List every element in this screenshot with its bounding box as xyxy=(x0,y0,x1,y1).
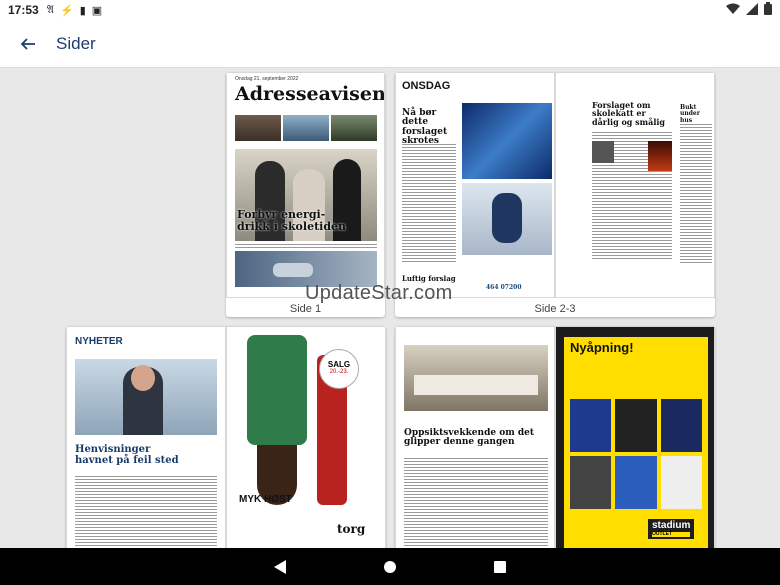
triangle-back-icon xyxy=(274,559,286,574)
side-headline: Bukt under hus xyxy=(680,104,700,124)
page-card-side-4-5[interactable]: NYHETER Henvisninger havnet på feil sted… xyxy=(66,326,386,548)
news-photo xyxy=(75,359,217,435)
pages-grid: Onsdag 21. september 2022 Adresseavisen … xyxy=(0,68,780,548)
portrait-photo xyxy=(592,141,614,163)
sale-badge: SALG 20.-23. xyxy=(319,349,359,389)
circle-home-icon xyxy=(384,560,396,573)
ad-products xyxy=(570,399,702,509)
hockey-photo xyxy=(462,183,552,255)
sale-badge-top: SALG xyxy=(327,360,351,369)
teaser-strip xyxy=(235,115,377,141)
torg-logo: torg xyxy=(337,522,366,536)
page-thumbnail-left: ONSDAG Nå bør dette forslaget skrotes Lu… xyxy=(395,72,555,298)
page-thumbnail-right: Forslaget om skolekatt er dårlig og smål… xyxy=(555,72,715,298)
meeting-photo xyxy=(404,345,548,411)
page-card-side-6-7[interactable]: Oppsiktsvekkende om det glipper denne ga… xyxy=(395,326,715,548)
vpn-icon: ⚡ xyxy=(60,4,74,17)
nav-home-button[interactable] xyxy=(375,552,405,582)
wifi-icon xyxy=(726,3,740,18)
stadium-sub: OUTLET xyxy=(652,531,691,537)
nav-back-button[interactable] xyxy=(265,552,295,582)
right-text-b xyxy=(680,123,712,263)
page-thumbnail-front: Onsdag 21. september 2022 Adresseavisen … xyxy=(226,72,385,298)
notification-icon: ▣ xyxy=(91,4,103,17)
page-card-side-1[interactable]: Onsdag 21. september 2022 Adresseavisen … xyxy=(226,72,385,317)
square-recents-icon xyxy=(494,560,506,573)
status-time: 17:53 xyxy=(8,3,39,17)
page-thumbnail-ad-stadium: Nyåpning! stadium OUTLET xyxy=(555,326,715,548)
watermark: UpdateStar.com xyxy=(305,282,453,304)
fire-photo xyxy=(648,141,672,171)
signal-icon xyxy=(746,2,758,18)
front-text-block xyxy=(235,243,377,249)
opinion-headline: Nå bør dette forslaget skrotes xyxy=(402,108,448,147)
status-bar: 17:53 𝔄 ⚡ ▮ ▣ xyxy=(0,0,780,20)
page-thumbnail-ad-torg: SALG 20.-23. MYK HØST torg xyxy=(226,326,386,548)
meeting-headline: Oppsiktsvekkende om det glipper denne ga… xyxy=(404,428,535,448)
status-icons: 𝔄 ⚡ ▮ ▣ xyxy=(47,4,102,17)
page-title: Sider xyxy=(56,33,96,53)
ad-title: Nyåpning! xyxy=(570,340,634,355)
dance-photo xyxy=(462,103,552,179)
page-thumbnail-meeting: Oppsiktsvekkende om det glipper denne ga… xyxy=(395,326,555,548)
sim-icon: ▮ xyxy=(79,4,86,17)
arrow-back-icon xyxy=(20,37,35,50)
news-text xyxy=(75,475,217,548)
page-thumbnail-news: NYHETER Henvisninger havnet på feil sted xyxy=(66,326,226,548)
opinion-text xyxy=(402,143,456,263)
nav-recents-button[interactable] xyxy=(485,552,515,582)
app-bar: Sider xyxy=(0,20,780,68)
news-section: NYHETER xyxy=(75,336,123,347)
system-nav-bar xyxy=(0,548,780,585)
sale-badge-days: 20.-23. xyxy=(329,369,349,375)
news-headline: Henvisninger havnet på feil sted xyxy=(75,444,179,466)
back-button[interactable] xyxy=(0,20,56,68)
stadium-logo: stadium OUTLET xyxy=(648,519,695,539)
date-line: Onsdag 21. september 2022 xyxy=(235,76,299,82)
front-headline: Forbyr energi- drikk i skoletiden xyxy=(237,208,347,233)
meeting-text xyxy=(404,457,548,548)
stadium-logo-text: stadium xyxy=(652,520,691,531)
masthead: Adresseavisen xyxy=(235,83,385,105)
ad-number: 464 07200 xyxy=(486,284,522,291)
section-label: ONSDAG xyxy=(402,80,451,92)
status-right-icons xyxy=(726,2,772,18)
nyt-icon: 𝔄 xyxy=(46,3,54,16)
ad-brand: MYK HØST xyxy=(239,494,292,505)
battery-icon xyxy=(764,2,772,18)
right-headline: Forslaget om skolekatt er dårlig og smål… xyxy=(592,100,665,127)
page-card-side-2-3[interactable]: ONSDAG Nå bør dette forslaget skrotes Lu… xyxy=(395,72,715,317)
